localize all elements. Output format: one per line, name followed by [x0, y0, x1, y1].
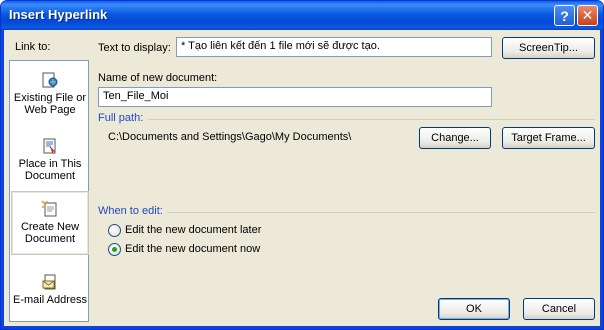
- help-button[interactable]: ?: [554, 5, 575, 26]
- full-path-value: C:\Documents and Settings\Gago\My Docume…: [108, 131, 352, 143]
- dialog-title: Insert Hyperlink: [9, 7, 108, 22]
- email-address-icon: [42, 274, 56, 290]
- sidebar-label-existing-file-1: Existing File or: [13, 92, 87, 104]
- sidebar-item-email-address[interactable]: E-mail Address: [11, 269, 89, 319]
- sidebar-label-place-1: Place in This: [18, 158, 82, 170]
- window-frame-bottom: [1, 326, 603, 329]
- new-document-name-input[interactable]: Ten_File_Moi: [98, 87, 492, 107]
- sidebar-item-place-in-document[interactable]: Place in This Document: [11, 133, 89, 189]
- close-button[interactable]: ✕: [577, 5, 598, 26]
- sidebar-label-existing-file-2: Web Page: [24, 104, 76, 116]
- cancel-button[interactable]: Cancel: [523, 298, 595, 320]
- edit-later-radio[interactable]: [108, 224, 121, 237]
- existing-file-icon: [42, 72, 58, 88]
- window-frame-right: [600, 30, 603, 329]
- when-to-edit-label: When to edit:: [98, 205, 163, 217]
- new-document-name-label: Name of new document:: [98, 72, 218, 84]
- sidebar-item-existing-file[interactable]: Existing File or Web Page: [11, 67, 89, 123]
- sidebar-label-create-2: Document: [24, 233, 76, 245]
- ok-button[interactable]: OK: [438, 298, 510, 320]
- link-to-sidebar: Existing File or Web Page Place in This …: [9, 60, 89, 322]
- link-to-label: Link to:: [15, 41, 51, 53]
- title-bar[interactable]: Insert Hyperlink ? ✕: [1, 1, 603, 30]
- when-to-edit-divider: [167, 212, 595, 213]
- screentip-button[interactable]: ScreenTip...: [502, 37, 595, 59]
- edit-now-radio[interactable]: [108, 243, 121, 256]
- create-new-document-icon: [41, 200, 57, 217]
- close-icon: ✕: [581, 7, 594, 23]
- text-to-display-label: Text to display:: [98, 42, 171, 54]
- sidebar-label-email: E-mail Address: [13, 294, 87, 306]
- edit-now-label[interactable]: Edit the new document now: [125, 243, 260, 255]
- sidebar-item-create-new-document[interactable]: Create New Document: [11, 191, 89, 255]
- sidebar-label-create-1: Create New: [20, 221, 80, 233]
- target-frame-button[interactable]: Target Frame...: [502, 127, 595, 149]
- window-frame-left: [1, 30, 4, 329]
- full-path-divider: [148, 119, 595, 120]
- help-icon: ?: [560, 7, 569, 24]
- text-to-display-input[interactable]: * Tạo liên kết đến 1 file mới sẽ được tạ…: [176, 37, 492, 57]
- change-button[interactable]: Change...: [419, 127, 491, 149]
- radio-selected-dot: [112, 247, 117, 252]
- edit-later-label[interactable]: Edit the new document later: [125, 224, 261, 236]
- place-in-document-icon: [43, 138, 56, 154]
- sidebar-label-place-2: Document: [24, 170, 76, 182]
- full-path-label: Full path:: [98, 112, 144, 124]
- insert-hyperlink-dialog: Insert Hyperlink ? ✕ Link to: Existing F…: [0, 0, 604, 330]
